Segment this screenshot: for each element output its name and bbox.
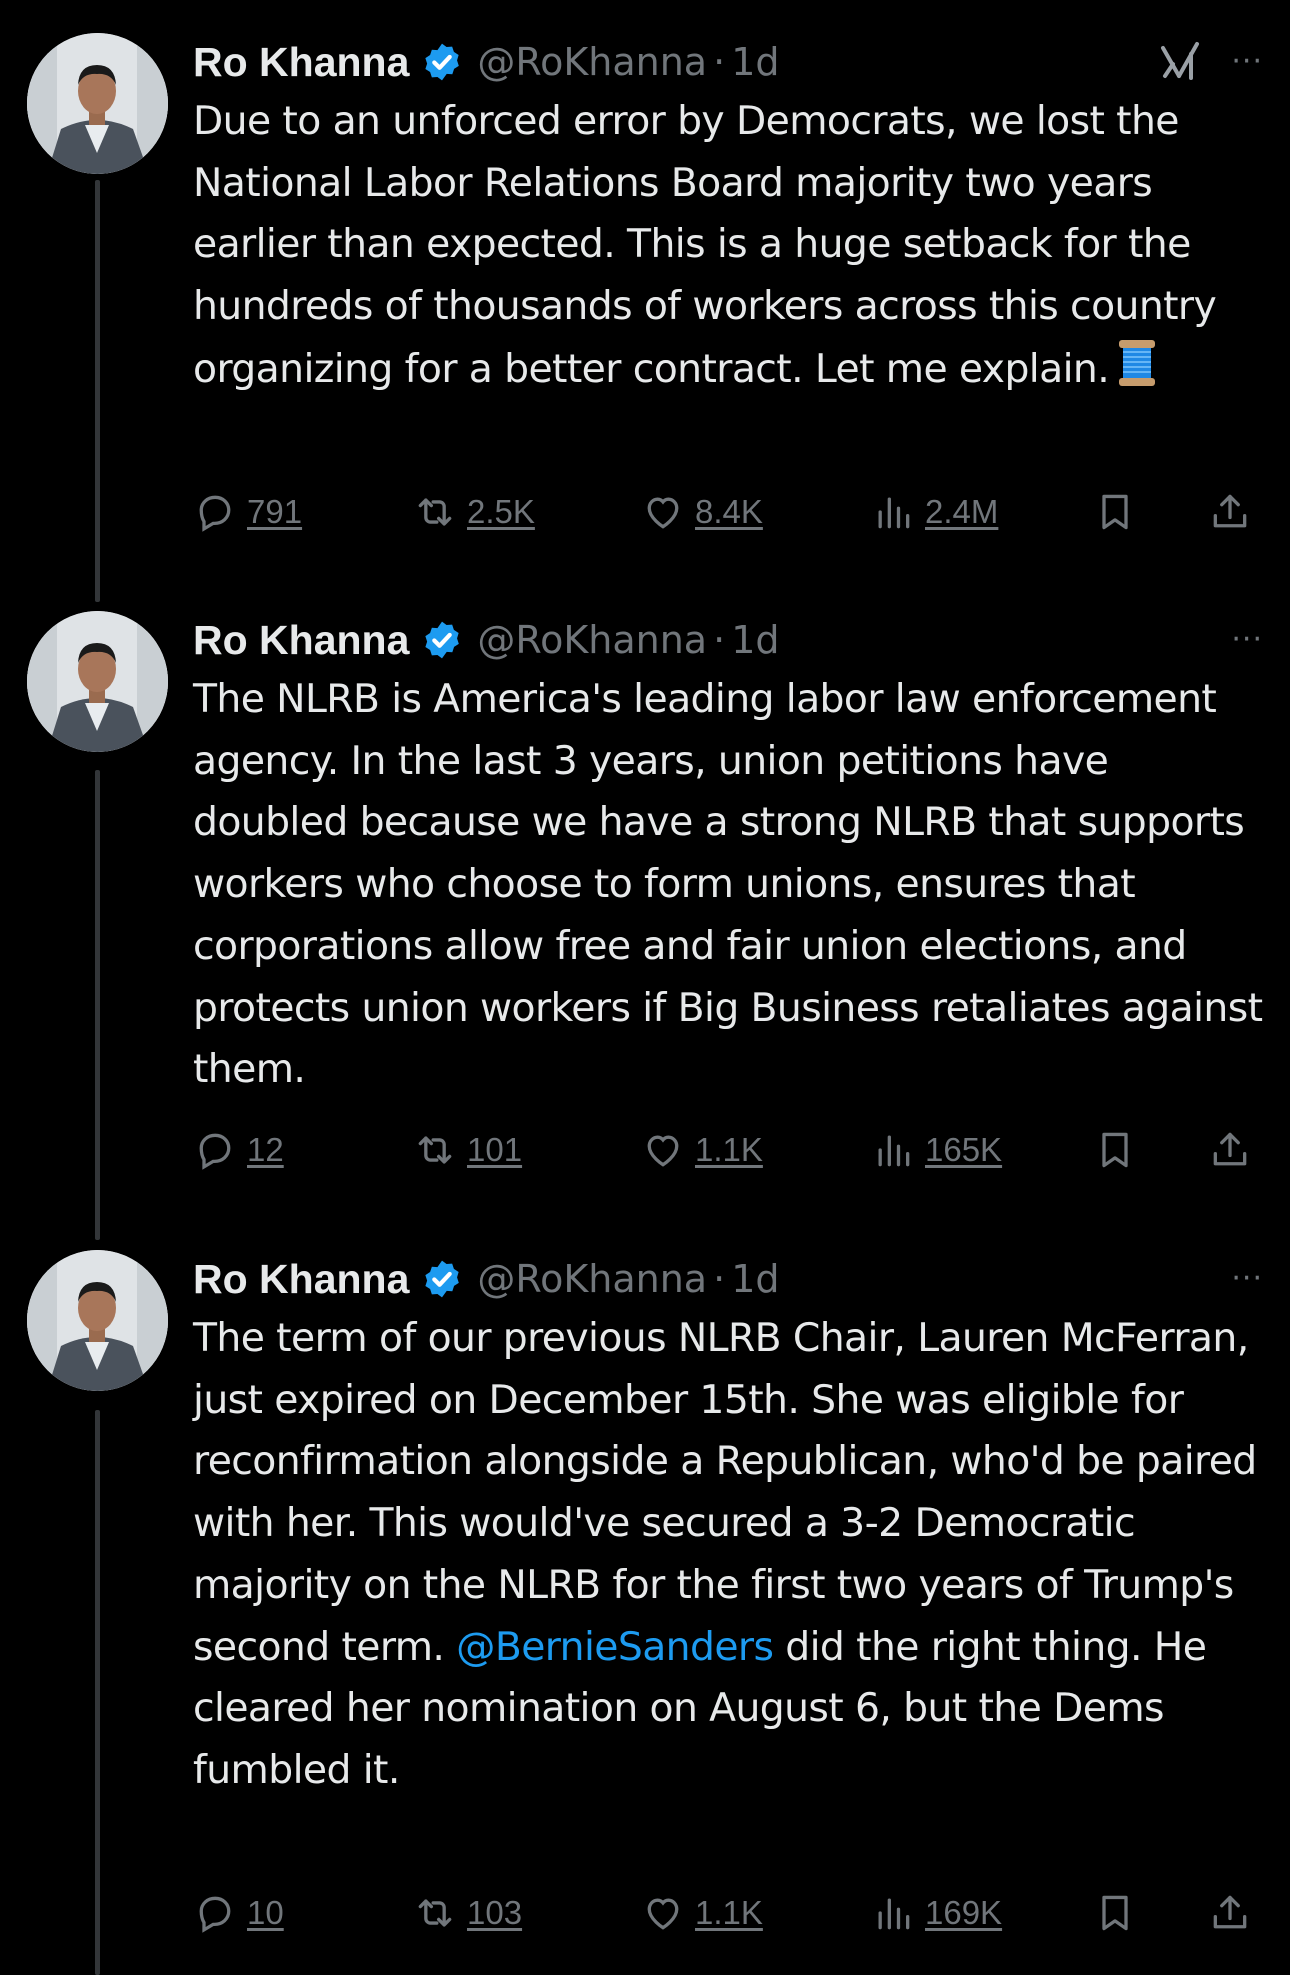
tweet-body-part: The term of our previous NLRB Chair, Lau… [193, 1316, 1269, 1670]
tweet-text: The term of our previous NLRB Chair, Lau… [193, 1308, 1263, 1802]
repost-button[interactable]: 101 [413, 1120, 522, 1180]
more-icon[interactable]: ··· [1231, 615, 1263, 665]
author-name[interactable]: Ro Khanna [193, 1250, 409, 1308]
avatar-photo [27, 611, 168, 752]
tweet-actions: 791 2.5K 8.4K 2.4M [193, 482, 1263, 542]
reply-icon [199, 1896, 231, 1933]
author-name[interactable]: Ro Khanna [193, 611, 409, 669]
verified-badge-icon [425, 621, 460, 659]
more-icon[interactable]: ··· [1231, 1254, 1263, 1304]
repost-count: 2.5K [467, 493, 535, 530]
reply-icon [199, 1133, 231, 1170]
views-button[interactable]: 2.4M [871, 482, 998, 542]
share-button[interactable] [1208, 1883, 1252, 1943]
mention-link[interactable]: @BernieSanders [456, 1625, 774, 1670]
author-handle[interactable]: @RoKhanna [477, 33, 707, 91]
tweet-body: Due to an unforced error by Democrats, w… [193, 99, 1229, 392]
tweet-header: Ro Khanna @RoKhanna · 1d ··· [193, 611, 1263, 669]
timestamp[interactable]: 1d [731, 33, 779, 91]
author-name[interactable]: Ro Khanna [193, 33, 409, 91]
author-handle[interactable]: @RoKhanna [477, 1250, 707, 1308]
bookmark-button[interactable] [1093, 1883, 1137, 1943]
share-icon [1213, 1132, 1247, 1166]
views-button[interactable]: 169K [871, 1883, 1002, 1943]
reply-icon [199, 495, 231, 532]
verified-badge-icon [425, 1260, 460, 1298]
tweet-text: Due to an unforced error by Democrats, w… [193, 91, 1263, 401]
more-icon[interactable]: ··· [1231, 37, 1263, 87]
repost-count: 103 [467, 1894, 523, 1931]
share-icon [1213, 494, 1247, 528]
reply-button[interactable]: 791 [193, 482, 302, 542]
thread-spool-emoji [1119, 339, 1156, 386]
reply-button[interactable]: 10 [193, 1883, 284, 1943]
bookmark-icon [1102, 494, 1128, 530]
bookmark-button[interactable] [1093, 1120, 1137, 1180]
avatar-photo [27, 1250, 168, 1391]
like-count: 1.1K [695, 1131, 763, 1168]
share-button[interactable] [1208, 1120, 1252, 1180]
thread-line [95, 1410, 100, 1975]
avatar-photo [27, 33, 168, 174]
separator-dot: · [713, 1257, 726, 1301]
repost-icon [418, 1899, 452, 1927]
like-button[interactable]: 1.1K [641, 1883, 763, 1943]
views-button[interactable]: 165K [871, 1120, 1002, 1180]
tweet-header: Ro Khanna @RoKhanna · 1d ··· [193, 33, 1263, 91]
verified-badge-icon [425, 43, 460, 81]
like-button[interactable]: 1.1K [641, 1120, 763, 1180]
views-count: 165K [925, 1131, 1003, 1168]
repost-button[interactable]: 2.5K [413, 482, 535, 542]
tweet-header: Ro Khanna @RoKhanna · 1d ··· [193, 1250, 1263, 1308]
timestamp[interactable]: 1d [731, 611, 779, 669]
bookmark-icon [1102, 1895, 1128, 1931]
separator-dot: · [713, 618, 726, 662]
like-button[interactable]: 8.4K [641, 482, 763, 542]
grok-icon[interactable] [1157, 38, 1205, 86]
views-icon [878, 1898, 910, 1930]
repost-icon [418, 498, 452, 526]
tweet-text: The NLRB is America's leading labor law … [193, 677, 1275, 1093]
avatar[interactable] [27, 611, 168, 752]
thread-line [95, 180, 100, 602]
author-handle[interactable]: @RoKhanna [477, 611, 707, 669]
views-icon [878, 497, 910, 529]
like-icon [647, 1898, 679, 1930]
like-count: 1.1K [695, 1894, 763, 1931]
reply-button[interactable]: 12 [193, 1120, 284, 1180]
like-icon [647, 1135, 679, 1167]
avatar[interactable] [27, 33, 168, 174]
timestamp[interactable]: 1d [731, 1250, 779, 1308]
bookmark-icon [1102, 1132, 1128, 1168]
views-count: 2.4M [925, 493, 999, 530]
repost-button[interactable]: 103 [413, 1883, 522, 1943]
like-count: 8.4K [695, 493, 763, 530]
bookmark-button[interactable] [1093, 482, 1137, 542]
separator-dot: · [713, 40, 726, 84]
avatar[interactable] [27, 1250, 168, 1391]
repost-count: 101 [467, 1131, 523, 1168]
reply-count: 12 [247, 1131, 284, 1168]
views-count: 169K [925, 1894, 1003, 1931]
reply-count: 791 [247, 493, 303, 530]
thread-line [95, 770, 100, 1240]
like-icon [647, 497, 679, 529]
share-icon [1213, 1895, 1247, 1929]
share-button[interactable] [1208, 482, 1252, 542]
tweet-actions: 10 103 1.1K 169K [193, 1883, 1263, 1943]
reply-count: 10 [247, 1894, 284, 1931]
tweet-actions: 12 101 1.1K 165K [193, 1120, 1263, 1180]
repost-icon [418, 1136, 452, 1164]
views-icon [878, 1135, 910, 1167]
